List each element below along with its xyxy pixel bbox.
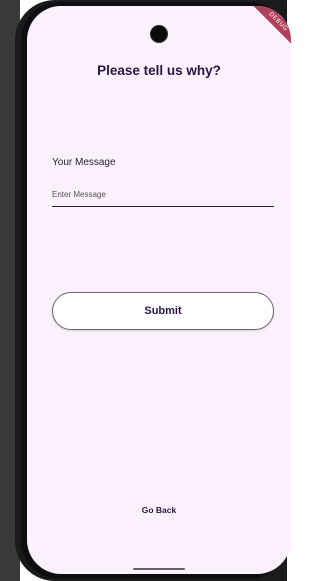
message-input[interactable] bbox=[52, 182, 274, 207]
app-screen: DEBUG Please tell us why? Your Message S… bbox=[27, 6, 291, 574]
submit-button[interactable]: Submit bbox=[52, 292, 274, 330]
device-stage: DEBUG Please tell us why? Your Message S… bbox=[0, 0, 291, 581]
front-camera bbox=[151, 26, 167, 42]
page-title: Please tell us why? bbox=[97, 63, 221, 78]
home-indicator[interactable] bbox=[133, 568, 185, 570]
go-back-link[interactable]: Go Back bbox=[27, 505, 291, 515]
message-label: Your Message bbox=[52, 157, 116, 168]
